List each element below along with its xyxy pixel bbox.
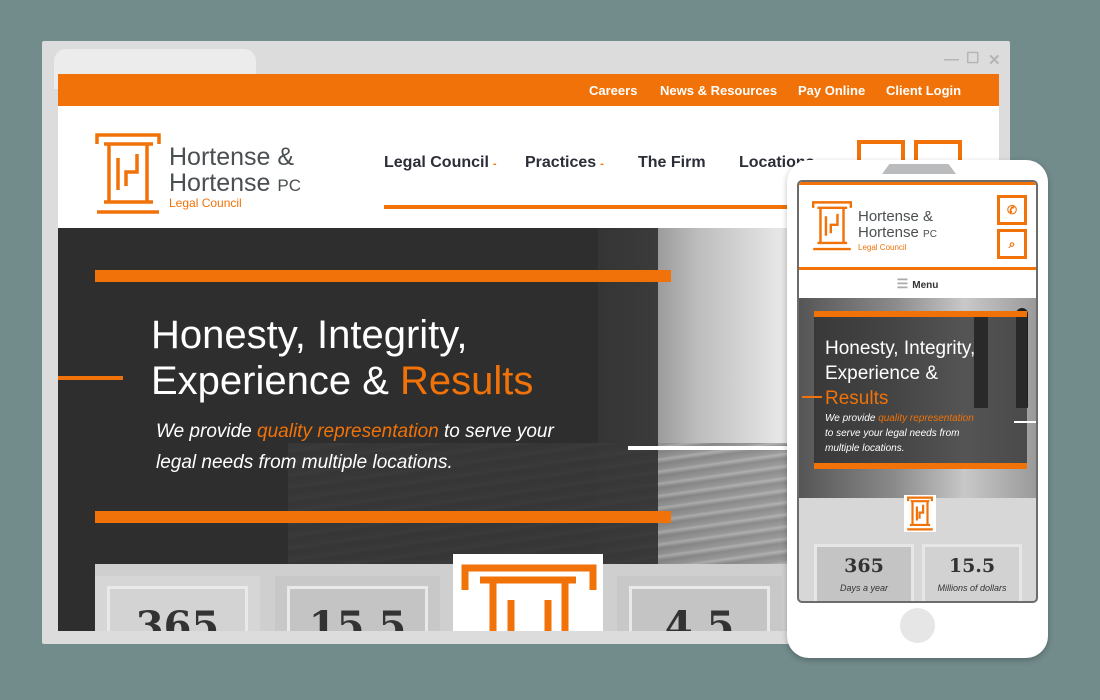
mobile-brand-word: Hortense <box>858 224 919 241</box>
mobile-hero: Honesty, Integrity, Experience & Results… <box>799 298 1036 498</box>
mobile-brand-line1[interactable]: Hortense & <box>858 209 933 225</box>
stat-card-rating: 4.5 <box>617 576 782 631</box>
brand-name-line1[interactable]: Hortense & <box>169 144 294 170</box>
search-icon: ⌕ <box>1008 237 1016 251</box>
maximize-icon[interactable]: ☐ <box>966 49 979 67</box>
nav-label: The Firm <box>638 154 706 171</box>
dropdown-caret-icon: - <box>492 158 497 170</box>
brand-name-line2[interactable]: Hortense PC <box>169 170 301 199</box>
mobile-sub-highlight: quality representation <box>878 413 974 424</box>
stat-card-days: 365 <box>95 576 260 631</box>
hero-bottom-accent-bar <box>95 511 671 523</box>
hero-sub-prefix: We provide <box>156 421 258 442</box>
hero-headline-prefix: Experience & <box>151 359 401 403</box>
brand-name-word: Hortense <box>169 169 271 197</box>
mobile-headline-line1: Honesty, Integrity, <box>825 338 976 359</box>
hero-headline-highlight: Results <box>400 359 534 403</box>
hero-headline-line1: Honesty, Integrity, <box>151 313 468 357</box>
mobile-sub-prefix: We provide <box>825 413 879 424</box>
util-link-pay-online[interactable]: Pay Online <box>798 83 865 98</box>
hamburger-icon: ☰ <box>896 276 909 291</box>
mobile-brand-tagline: Legal Council <box>858 243 907 252</box>
util-link-news-resources[interactable]: News & Resources <box>660 83 777 98</box>
nav-the-firm[interactable]: The Firm <box>638 154 706 172</box>
stat-label: Days a year <box>839 583 889 593</box>
mobile-stat-millions: 15.5 Millions of dollars <box>922 544 1022 601</box>
mobile-sub-line3: multiple locations. <box>825 443 905 454</box>
nav-underline-divider <box>384 205 804 209</box>
nav-label: Practices <box>525 154 597 171</box>
dropdown-caret-icon: - <box>600 158 604 170</box>
stat-label: Millions of dollars <box>937 583 1007 593</box>
phone-speaker <box>882 164 956 174</box>
hero-sub-highlight: quality representation <box>257 421 439 442</box>
hero-headline: Honesty, Integrity, Experience & Results <box>151 312 533 404</box>
stats-logo-tile <box>453 554 603 631</box>
mobile-logo-mark-icon[interactable] <box>812 200 852 257</box>
hero-headline-line2: Experience & Results <box>151 358 533 404</box>
mobile-hero-side-line <box>802 396 822 398</box>
hero-subtitle: We provide quality representation to ser… <box>156 416 554 478</box>
hero-top-accent-bar <box>95 270 671 282</box>
minimize-icon[interactable]: — <box>944 51 959 68</box>
mobile-phone-button[interactable]: ✆ <box>997 195 1027 225</box>
mobile-hero-headline: Honesty, Integrity, Experience & Results <box>825 336 975 411</box>
close-icon[interactable]: ✕ <box>988 51 1001 69</box>
phone-home-button[interactable] <box>900 608 935 643</box>
mobile-menu-toggle[interactable]: ☰ Menu <box>799 270 1036 298</box>
phone-icon: ✆ <box>1006 203 1018 217</box>
mobile-hero-subtitle: We provide quality representation to ser… <box>825 411 974 456</box>
stat-value: 365 <box>844 555 884 577</box>
brand-tagline: Legal Council <box>169 196 242 210</box>
nav-legal-council[interactable]: Legal Council - <box>384 154 497 172</box>
mobile-headline-highlight: Results <box>825 388 889 409</box>
mobile-stats-logo <box>904 495 936 532</box>
stat-value: 4.5 <box>664 603 735 631</box>
brand-suffix: PC <box>277 176 302 195</box>
util-link-careers[interactable]: Careers <box>589 83 637 98</box>
mobile-device-mockup: Hortense & Hortense PC Legal Council ✆ ⌕… <box>787 160 1048 658</box>
brand-logo-mark-icon[interactable] <box>95 132 161 221</box>
nav-practices[interactable]: Practices - <box>525 154 604 172</box>
stat-card-millions: 15.5 <box>275 576 440 631</box>
hero-sub-line2: legal needs from multiple locations. <box>156 452 453 473</box>
mobile-screen: Hortense & Hortense PC Legal Council ✆ ⌕… <box>797 180 1038 603</box>
menu-label: Menu <box>912 280 939 291</box>
mobile-brand-suffix: PC <box>923 229 937 240</box>
stat-value: 15.5 <box>308 603 407 631</box>
mobile-brand-line2[interactable]: Hortense PC <box>858 225 937 243</box>
mobile-headline-line2: Experience & <box>825 363 939 384</box>
mobile-hero-bottom-bar <box>814 463 1027 469</box>
mobile-hero-white-line <box>1014 421 1036 423</box>
stat-value: 365 <box>135 603 220 631</box>
hero-side-accent-line <box>58 376 123 380</box>
nav-label: Legal Council <box>384 154 489 171</box>
column-logo-icon <box>461 564 597 631</box>
column-logo-icon <box>907 496 933 531</box>
mobile-sub-line2: to serve your legal needs from <box>825 428 960 439</box>
utility-nav-bar: Careers News & Resources Pay Online Clie… <box>58 74 999 106</box>
util-link-client-login[interactable]: Client Login <box>886 83 961 98</box>
mobile-stat-days: 365 Days a year <box>814 544 914 601</box>
mobile-hero-top-bar <box>814 311 1027 317</box>
stat-value: 15.5 <box>948 555 996 577</box>
hero-sub-suffix: to serve your <box>438 421 554 442</box>
mobile-search-button[interactable]: ⌕ <box>997 229 1027 259</box>
